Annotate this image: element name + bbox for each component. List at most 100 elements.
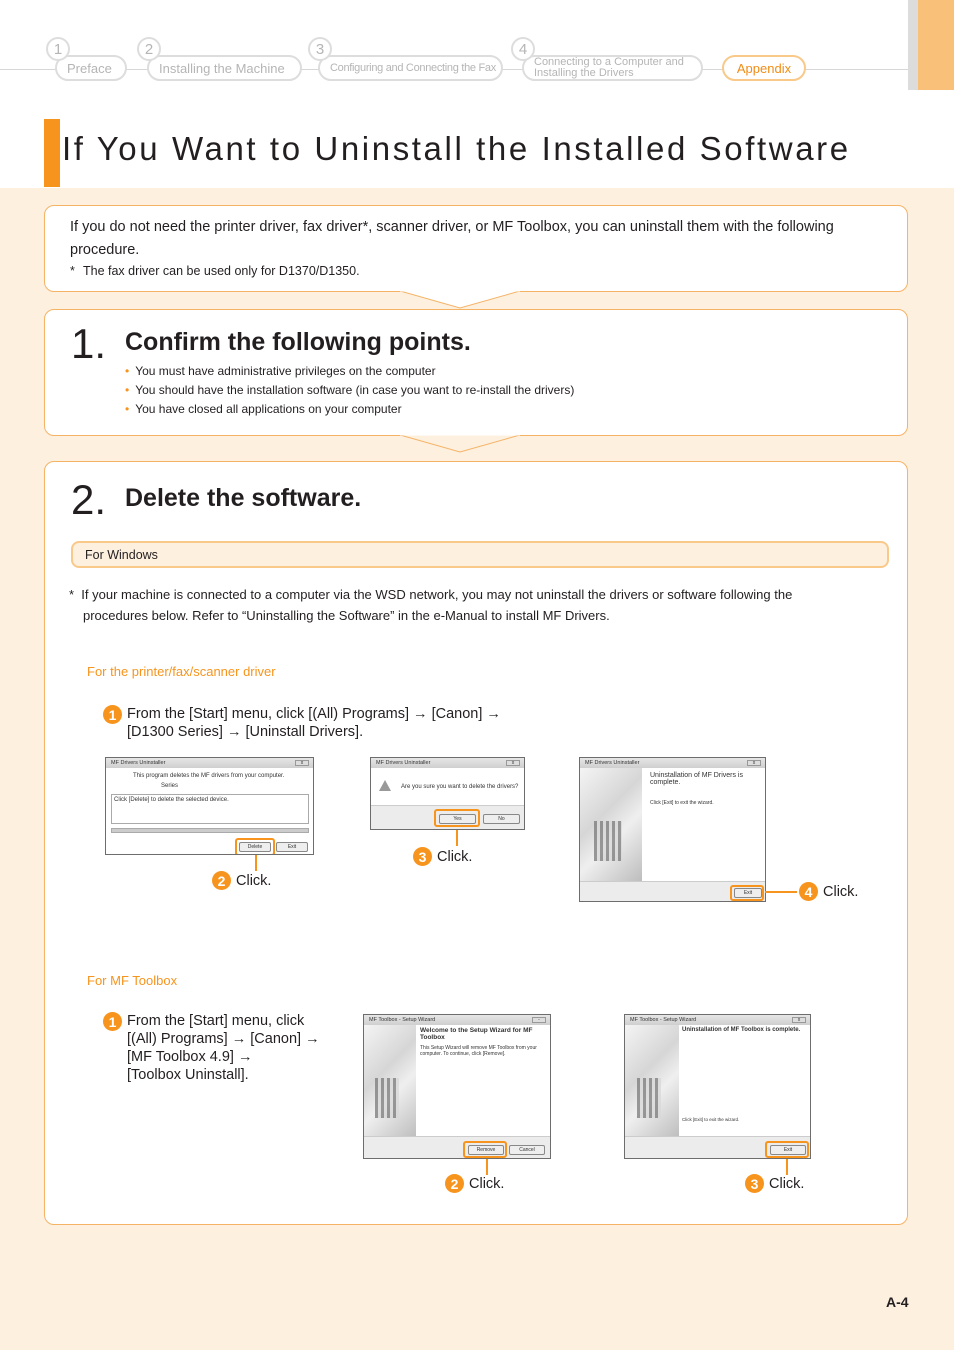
list-item-text: You must have administrative privileges … [135,364,436,378]
side-tab-gray [908,0,918,90]
nav-item-fax[interactable]: Configuring and Connecting the Fax [318,55,503,81]
side-tab-appendix[interactable] [918,0,954,90]
instruction-line: From the [Start] menu, click [(All) Prog… [127,706,501,722]
note-text: If your machine is connected to a comput… [81,587,793,623]
wsd-note: * If your machine is connected to a comp… [69,584,859,626]
dialog-text: Click [Exit] to exit the wizard. [650,800,714,806]
dialog-heading: Welcome to the Setup Wizard for MF Toolb… [420,1027,533,1041]
intro-text: If you do not need the printer driver, f… [70,219,834,258]
footnote-mark: * [70,264,75,278]
dialog-title: MF Toolbox - Setup Wizard [369,1017,436,1023]
nav-item-installing[interactable]: Installing the Machine [147,55,302,81]
step-number: 1. [71,320,107,367]
close-icon: x [295,760,309,766]
leader-line [456,830,458,846]
step-title: Confirm the following points. [125,328,471,356]
nav-num: 2 [137,37,161,61]
toolbox-welcome-screenshot: MF Toolbox - Setup Wizard - Welcome to th… [363,1014,551,1159]
nav-label: Preface [67,60,112,76]
bullet-icon: • [125,364,130,378]
nav-num: 3 [308,37,332,61]
wizard-graphic [580,768,642,881]
instruction-line: [MF Toolbox 4.9] → [127,1049,253,1065]
list-item: • You have closed all applications on you… [125,400,574,419]
click-callout: 2 Click. [445,1174,504,1193]
toolbox-section-heading: For MF Toolbox [87,973,178,988]
flow-arrow-icon [400,434,520,453]
highlight-box [434,809,480,827]
highlight-box [235,838,275,854]
wizard-graphic [364,1025,416,1138]
step-title: Delete the software. [125,484,362,512]
step-circle-icon: 3 [745,1174,764,1193]
title-accent-bar [44,119,60,187]
click-callout: 2 Click. [212,871,271,890]
nav-num: 1 [46,37,70,61]
click-text: Click. [769,1175,805,1192]
dialog-title: MF Drivers Uninstaller [585,760,640,766]
close-icon: x [747,760,761,766]
confirm-dialog-screenshot: MF Drivers Uninstaller x Are you sure you… [370,757,525,830]
nav-item-appendix[interactable]: Appendix [722,55,806,81]
leader-line [255,855,257,871]
intro-box: If you do not need the printer driver, f… [44,205,908,292]
step-number: 2. [71,476,107,523]
driver-instruction: 1 From the [Start] menu, click [(All) Pr… [103,705,501,741]
dialog-title: MF Toolbox - Setup Wizard [630,1017,697,1023]
step2-box: 2. Delete the software. For Windows * If… [44,461,908,1225]
toolbox-instruction: 1 From the [Start] menu, click [(All) Pr… [103,1012,320,1084]
leader-line [765,891,797,893]
nav-label: Installing the Drivers [534,67,634,79]
instruction-line: From the [Start] menu, click [127,1013,305,1029]
os-section-bar: For Windows [71,541,889,568]
step-circle-icon: 2 [212,871,231,890]
bullet-icon: • [125,402,130,416]
click-text: Click. [236,872,272,889]
dialog-text: This program deletes the MF drivers from… [133,773,285,779]
dialog-text: Click [Delete] to delete the selected de… [114,797,229,803]
driver-section-heading: For the printer/fax/scanner driver [87,664,276,679]
exit-button[interactable]: Exit [276,842,308,852]
flow-arrow-icon [400,290,520,309]
dialog-message-box: Click [Delete] to delete the selected de… [111,794,309,824]
toolbox-complete-screenshot: MF Toolbox - Setup Wizard x Uninstallatio… [624,1014,811,1159]
complete-dialog-screenshot: MF Drivers Uninstaller x Uninstallation o… [579,757,766,902]
leader-line [486,1159,488,1175]
nav-item-preface[interactable]: Preface [55,55,127,81]
page-number: A-4 [886,1294,909,1310]
click-text: Click. [437,848,473,865]
close-icon: - [532,1017,546,1023]
nav-label: Installing the Machine [159,60,285,76]
click-callout: 4 Click. [799,882,858,901]
dialog-title: MF Drivers Uninstaller [111,760,166,766]
dialog-title: MF Drivers Uninstaller [376,760,431,766]
cancel-button[interactable]: Cancel [509,1145,545,1155]
step-circle-icon: 1 [103,705,122,724]
nav-label: Configuring and Connecting the Fax [330,62,496,74]
step-circle-icon: 4 [799,882,818,901]
requirements-list: • You must have administrative privileges… [125,362,574,419]
click-text: Click. [823,883,859,900]
dialog-text: This Setup Wizard will remove MF Toolbox… [420,1045,537,1057]
bullet-icon: • [125,383,130,397]
close-icon: x [792,1017,806,1023]
highlight-box [765,1141,809,1158]
warning-icon [379,780,391,791]
list-item-text: You should have the installation softwar… [135,383,575,397]
close-icon: x [506,760,520,766]
dialog-heading: Uninstallation of MF Drivers is complete… [650,772,743,786]
step-circle-icon: 1 [103,1012,122,1031]
nav-item-connecting[interactable]: Connecting to a Computer and Installing … [522,55,703,81]
uninstaller-dialog-screenshot: MF Drivers Uninstaller x This program del… [105,757,314,855]
no-button[interactable]: No [483,814,520,824]
click-callout: 3 Click. [413,847,472,866]
wizard-graphic [625,1025,679,1138]
instruction-line: [(All) Programs] → [Canon] → [127,1031,320,1047]
dialog-text: Are you sure you want to delete the driv… [401,784,519,790]
page-title: If You Want to Uninstall the Installed S… [62,130,851,167]
dialog-text: Click [Exit] to exit the wizard. [682,1117,740,1122]
step1-box: 1. Confirm the following points. • You mu… [44,309,908,436]
instruction-line: [Toolbox Uninstall]. [127,1067,249,1083]
highlight-box [730,885,764,901]
footnote-text: The fax driver can be used only for D137… [83,264,360,278]
